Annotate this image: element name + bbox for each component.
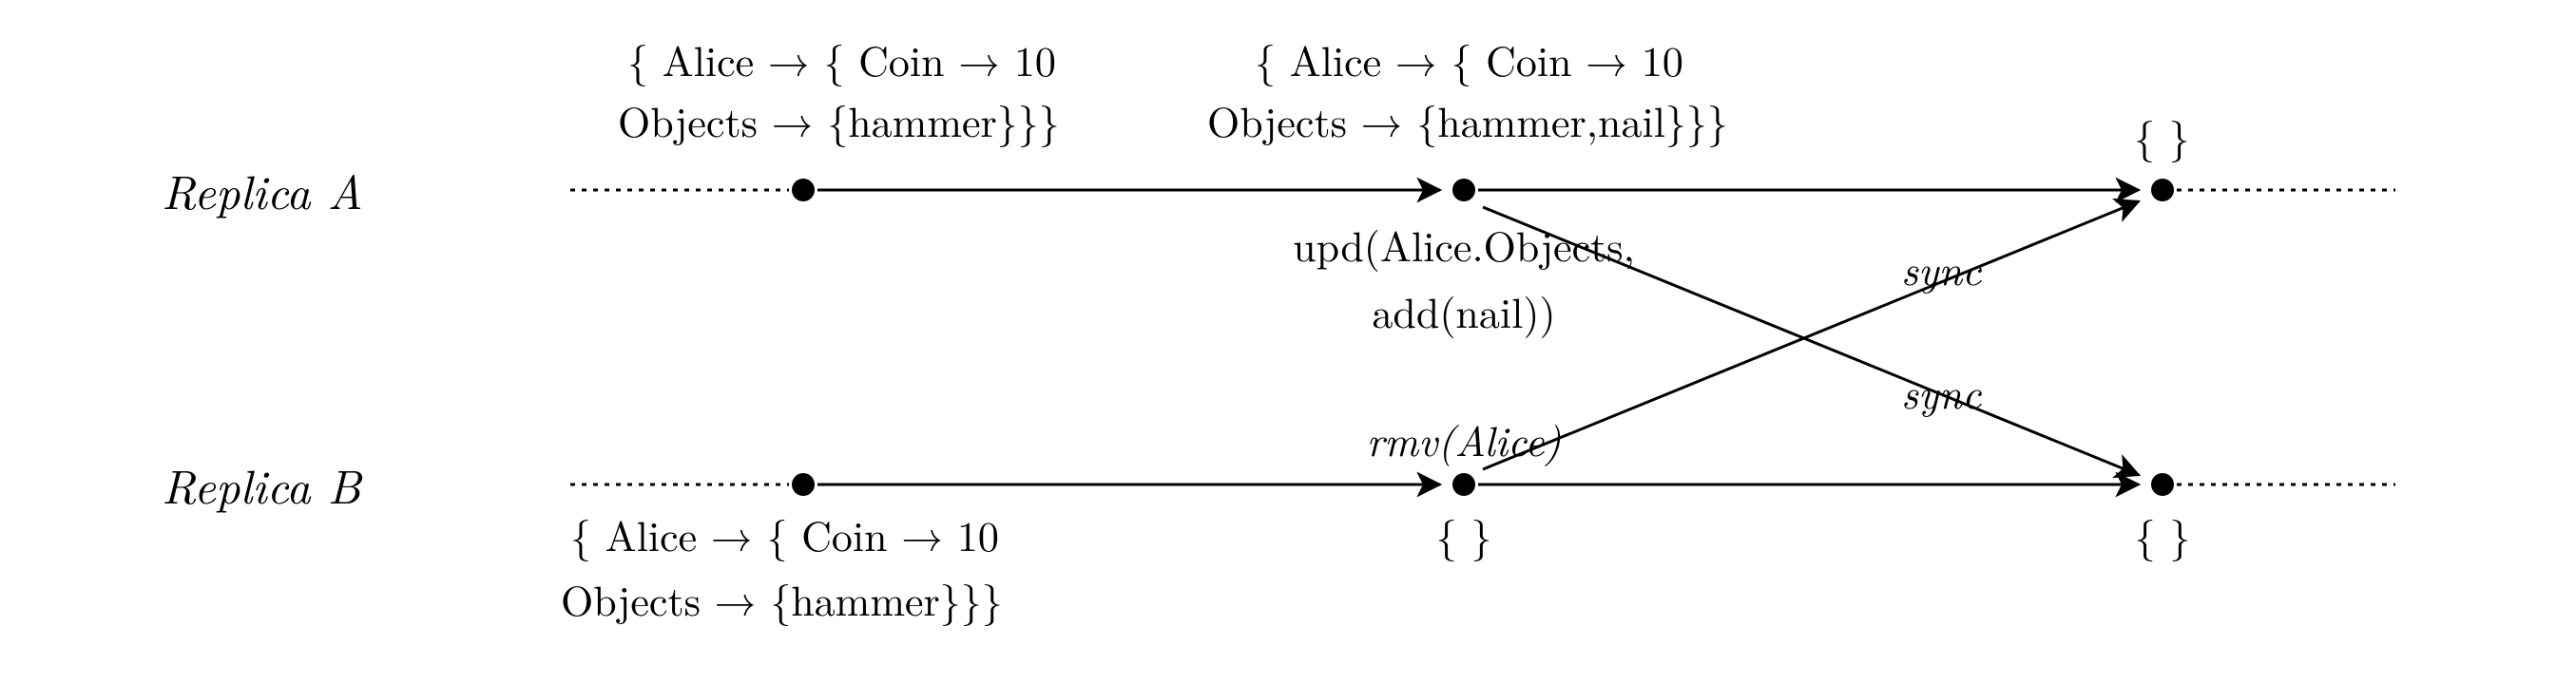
a-node-2	[1452, 179, 1475, 201]
a-op-line1: upd(Alice.Objects,	[1293, 214, 1635, 274]
a-node-1	[792, 179, 815, 201]
sync-label-b-to-a: sync	[1901, 238, 1982, 297]
a-state-1-line1: { Alice → { Coin → 10	[627, 28, 1056, 88]
a-op-line2: add(nail))	[1372, 280, 1555, 340]
b-state-2: { }	[1436, 504, 1492, 563]
b-state-3: { }	[2135, 504, 2191, 563]
a-state-2-line1: { Alice → { Coin → 10	[1255, 28, 1683, 88]
sync-label-a-to-b: sync	[1901, 361, 1982, 421]
b-node-1	[792, 473, 815, 496]
a-state-3: { }	[2134, 104, 2190, 164]
replica-a-label: Replica A	[162, 156, 363, 223]
a-node-3	[2151, 179, 2174, 201]
b-op: rmv(Alice)	[1367, 408, 1562, 468]
b-node-3	[2151, 473, 2174, 496]
replica-b-label: Replica B	[162, 450, 362, 518]
b-state-1-line2: Objects → {hammer}}}	[561, 568, 1003, 628]
a-state-2-line2: Objects → {hammer,nail}}}	[1207, 89, 1728, 149]
b-node-2	[1452, 473, 1475, 496]
sync-arrow-a-to-b	[1483, 207, 2139, 475]
a-state-1-line2: Objects → {hammer}}}	[618, 89, 1060, 149]
b-state-1-line1: { Alice → { Coin → 10	[570, 504, 999, 563]
